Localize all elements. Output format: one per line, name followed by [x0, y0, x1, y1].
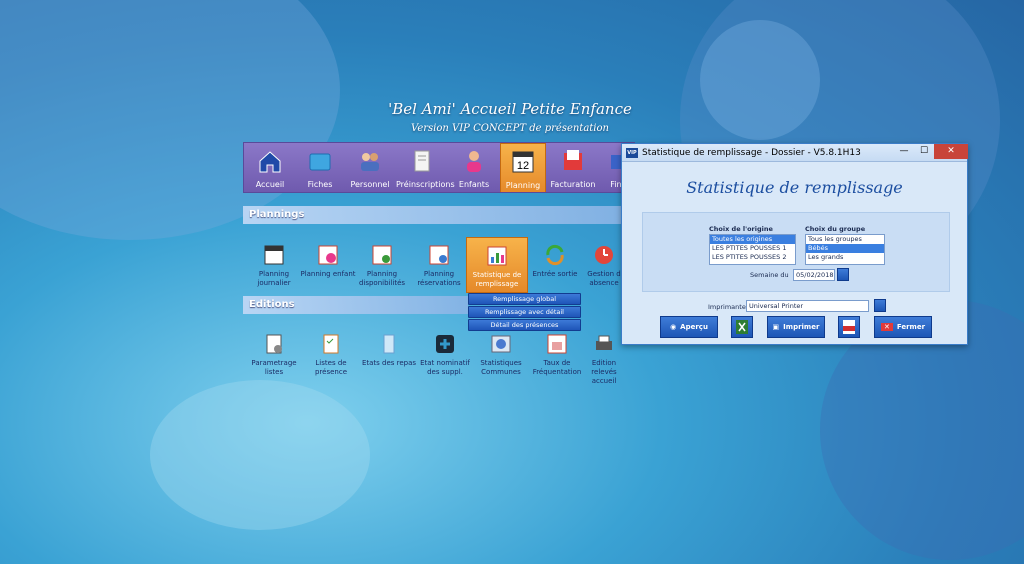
close-button[interactable]: ✕ Fermer — [874, 316, 932, 338]
chart-icon — [491, 335, 511, 353]
tile-parametrage-listes[interactable]: Parametrage listes — [243, 332, 305, 377]
excel-icon — [736, 320, 748, 334]
svg-text:12: 12 — [517, 160, 529, 172]
tile-etats-repas[interactable]: Etats des repas — [358, 332, 420, 368]
document-icon — [414, 150, 430, 172]
dialog-title: Statistique de remplissage - Dossier - V… — [642, 147, 861, 158]
tile-listes-presence[interactable]: Listes de présence — [300, 332, 362, 377]
rate-icon — [547, 334, 567, 354]
reservation-icon — [429, 245, 449, 265]
section-plannings[interactable]: Plannings — [243, 206, 635, 224]
red-x-icon: ✕ — [880, 323, 893, 331]
people-icon — [361, 153, 379, 171]
refresh-icon — [546, 244, 564, 266]
menu-remplissage-global[interactable]: Remplissage global — [468, 293, 581, 305]
minimize-icon[interactable]: — — [894, 144, 914, 159]
printer-select[interactable]: Universal Printer — [746, 300, 869, 312]
preview-button[interactable]: ◉ Aperçu — [660, 316, 718, 338]
statistics-icon — [487, 246, 507, 266]
menu-remplissage-detail[interactable]: Remplissage avec détail — [468, 306, 581, 318]
close-icon[interactable]: ✕ — [934, 144, 968, 159]
eye-icon: ◉ — [670, 323, 677, 331]
nav-personnel[interactable]: Personnel — [346, 143, 394, 192]
main-toolbar: Accueil Fiches Personnel Préinscriptions… — [243, 142, 635, 193]
calendar-icon: 12 — [512, 151, 534, 173]
tile-planning-journalier[interactable]: Planning journalier — [243, 243, 305, 288]
pdf-icon — [843, 320, 855, 334]
tile-statistiques-communes[interactable]: Statistiques Communes — [470, 332, 532, 377]
calendar-picker-icon[interactable] — [837, 268, 849, 281]
app-title: 'Bel Ami' Accueil Petite Enfance — [388, 100, 632, 118]
tile-etat-nominatif[interactable]: Etat nominatif des suppl. — [414, 332, 476, 377]
calendar-icon — [264, 245, 284, 265]
list-item[interactable]: Toutes les origines — [710, 235, 795, 244]
list-item[interactable]: Tous les groupes — [806, 235, 884, 244]
list-item[interactable]: Les grands — [806, 253, 884, 262]
child-calendar-icon — [318, 245, 338, 265]
tile-planning-reservations[interactable]: Planning réservations — [408, 243, 470, 288]
nav-accueil[interactable]: Accueil — [246, 143, 294, 192]
filter-panel: Choix de l'origine Toutes les origines L… — [642, 212, 950, 292]
pdf-export-button[interactable] — [838, 316, 860, 338]
nav-fiches[interactable]: Fiches — [296, 143, 344, 192]
list-item[interactable]: Bébés — [806, 244, 884, 253]
clock-icon — [595, 246, 613, 264]
child-icon — [467, 151, 481, 172]
menu-detail-presences[interactable]: Détail des présences — [468, 319, 581, 331]
plus-icon — [436, 335, 454, 353]
settings-list-icon — [266, 334, 282, 354]
nav-enfants[interactable]: Enfants — [450, 143, 498, 192]
group-list[interactable]: Tous les groupes Bébés Les grands — [805, 234, 885, 265]
home-icon — [259, 151, 281, 173]
tile-planning-enfant[interactable]: Planning enfant — [297, 243, 359, 279]
print-icon — [596, 335, 612, 350]
section-editions[interactable]: Editions — [243, 296, 468, 314]
print-icon: ▣ — [772, 323, 780, 331]
nav-preinscriptions[interactable]: Préinscriptions — [396, 143, 455, 192]
tile-planning-disponibilites[interactable]: Planning disponibilités — [351, 243, 413, 288]
maximize-icon[interactable]: ☐ — [914, 144, 934, 159]
print-button[interactable]: ▣ Imprimer — [767, 316, 825, 338]
nav-facturation[interactable]: Facturation — [548, 143, 598, 192]
vip-logo-icon: VIP — [626, 147, 638, 158]
group-label: Choix du groupe — [805, 225, 866, 233]
tile-statistique-remplissage[interactable]: Statistique de remplissage — [466, 237, 528, 293]
availability-icon — [372, 245, 392, 265]
list-item[interactable]: LES PTITES POUSSES 1 — [710, 244, 795, 253]
nav-planning[interactable]: 12 Planning — [500, 143, 546, 192]
tile-taux-frequentation[interactable]: Taux de Fréquentation — [526, 332, 588, 377]
printer-label: Imprimante — [708, 303, 746, 311]
invoice-icon — [564, 150, 582, 170]
week-date-field[interactable]: 05/02/2018 — [793, 269, 835, 281]
list-item[interactable]: LES PTITES POUSSES 2 — [710, 253, 795, 262]
tile-entree-sortie[interactable]: Entrée sortie — [524, 243, 586, 279]
meal-icon — [383, 334, 395, 354]
app-title-block: 'Bel Ami' Accueil Petite Enfance Version… — [380, 100, 640, 134]
origin-label: Choix de l'origine — [709, 225, 773, 233]
week-label: Semaine du — [750, 271, 789, 279]
checklist-icon — [323, 334, 339, 354]
origin-list[interactable]: Toutes les origines LES PTITES POUSSES 1… — [709, 234, 796, 265]
excel-export-button[interactable] — [731, 316, 753, 338]
dialog-heading: Statistique de remplissage — [686, 178, 903, 197]
app-subtitle: Version VIP CONCEPT de présentation — [411, 123, 609, 134]
printer-settings-icon[interactable] — [874, 299, 886, 312]
statistique-dialog: VIP Statistique de remplissage - Dossier… — [621, 143, 968, 345]
folder-icon — [309, 153, 331, 171]
